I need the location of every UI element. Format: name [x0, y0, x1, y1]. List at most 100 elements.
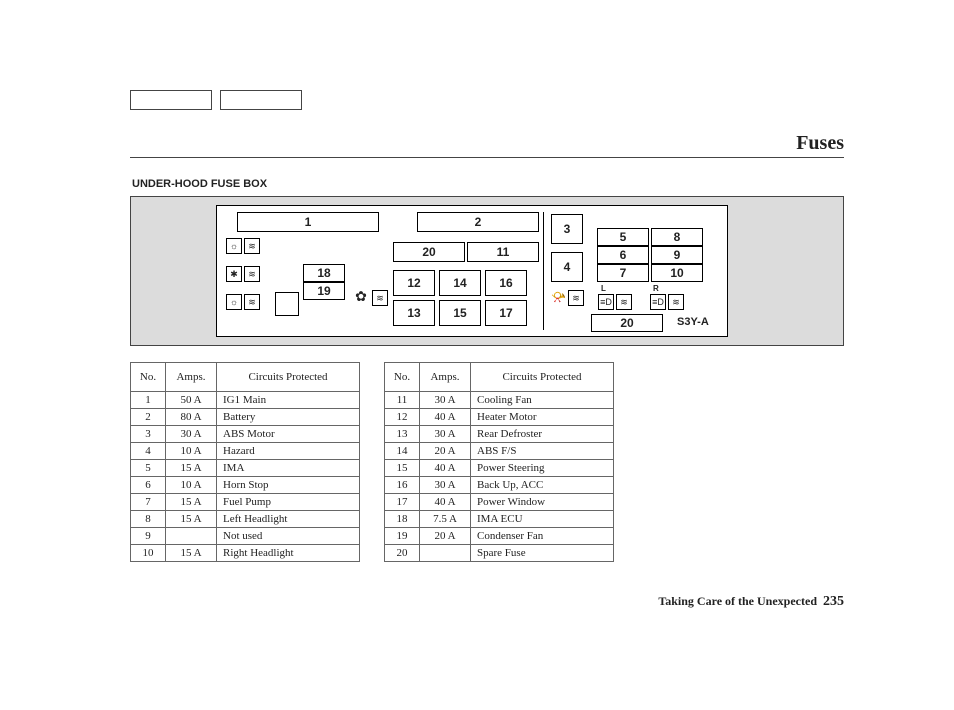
section-name: Taking Care of the Unexpected [658, 594, 817, 608]
table-row: 515 AIMA [131, 460, 360, 477]
table-row: 1420 AABS F/S [385, 443, 614, 460]
cell-circuit: IMA ECU [471, 511, 614, 528]
cell-circuit: Power Steering [471, 460, 614, 477]
slot-18: 18 [303, 264, 345, 282]
cell-no: 8 [131, 511, 166, 528]
cell-no: 12 [385, 409, 420, 426]
cell-no: 15 [385, 460, 420, 477]
cell-no: 6 [131, 477, 166, 494]
header-blank-boxes [130, 90, 844, 110]
slot-17: 17 [485, 300, 527, 326]
col-amps: Amps. [166, 363, 217, 392]
cell-circuit: Right Headlight [217, 545, 360, 562]
relay-icon-row: ☼≋ [225, 236, 261, 255]
table-row: 20Spare Fuse [385, 545, 614, 562]
cell-circuit: Rear Defroster [471, 426, 614, 443]
cell-no: 14 [385, 443, 420, 460]
table-row: 1240 AHeater Motor [385, 409, 614, 426]
horn-icon: 📯 [551, 290, 567, 304]
table-row: 1740 APower Window [385, 494, 614, 511]
slot-7: 7 [597, 264, 649, 282]
headlight-icon: ≡D [598, 294, 614, 310]
slot-19: 19 [303, 282, 345, 300]
table-row: 610 AHorn Stop [131, 477, 360, 494]
cell-circuit: IG1 Main [217, 392, 360, 409]
cell-amps: 30 A [166, 426, 217, 443]
table-row: 815 ALeft Headlight [131, 511, 360, 528]
cell-circuit: Condenser Fan [471, 528, 614, 545]
cell-circuit: Not used [217, 528, 360, 545]
cell-circuit: Power Window [471, 494, 614, 511]
horn-icon-block: 📯≋ [551, 288, 585, 307]
blank-box [130, 90, 212, 110]
fuse-box-diagram: 1 2 ☼≋ ✱≋ ☼≋ 18 19 ✿≋ 20 11 1 [216, 205, 728, 337]
cell-amps: 40 A [420, 460, 471, 477]
slot-12: 12 [393, 270, 435, 296]
cell-amps: 15 A [166, 494, 217, 511]
table-row: 1330 ARear Defroster [385, 426, 614, 443]
cell-circuit: IMA [217, 460, 360, 477]
cell-no: 1 [131, 392, 166, 409]
cell-circuit: ABS Motor [217, 426, 360, 443]
col-no: No. [385, 363, 420, 392]
table-row: 410 AHazard [131, 443, 360, 460]
blank-box [220, 90, 302, 110]
col-circuits: Circuits Protected [217, 363, 360, 392]
wave-icon: ≋ [244, 266, 260, 282]
table-row: 187.5 AIMA ECU [385, 511, 614, 528]
fuse-table-b: No. Amps. Circuits Protected 1130 ACooli… [384, 362, 614, 562]
wave-icon: ≋ [668, 294, 684, 310]
cell-circuit: Hazard [217, 443, 360, 460]
table-row: 1130 ACooling Fan [385, 392, 614, 409]
cell-no: 16 [385, 477, 420, 494]
slot-3: 3 [551, 214, 583, 244]
cell-circuit: Heater Motor [471, 409, 614, 426]
cell-amps: 80 A [166, 409, 217, 426]
fan-icon-block: ✿≋ [351, 286, 389, 307]
l-headlight-icons: ≡D≋ [597, 292, 633, 311]
cell-no: 2 [131, 409, 166, 426]
col-amps: Amps. [420, 363, 471, 392]
cell-no: 3 [131, 426, 166, 443]
wave-icon: ≋ [372, 290, 388, 306]
cell-amps [166, 528, 217, 545]
empty-slot [275, 292, 299, 316]
section-subhead: UNDER-HOOD FUSE BOX [132, 178, 844, 190]
star-icon: ✱ [226, 266, 242, 282]
cell-amps: 15 A [166, 545, 217, 562]
cell-amps: 40 A [420, 494, 471, 511]
page-header: Fuses [130, 132, 844, 158]
empty-top-slot [597, 212, 647, 228]
slot-20-lower: 20 [591, 314, 663, 332]
r-headlight-icons: ≡D≋ [649, 292, 685, 311]
table-row: 330 AABS Motor [131, 426, 360, 443]
cell-no: 17 [385, 494, 420, 511]
slot-15: 15 [439, 300, 481, 326]
wave-icon: ≋ [616, 294, 632, 310]
cell-no: 19 [385, 528, 420, 545]
relay-icon-row: ✱≋ [225, 264, 261, 283]
cell-amps: 30 A [420, 426, 471, 443]
cell-amps: 20 A [420, 443, 471, 460]
cell-circuit: Cooling Fan [471, 392, 614, 409]
sun-icon: ☼ [226, 294, 242, 310]
slot-13: 13 [393, 300, 435, 326]
cell-amps: 15 A [166, 460, 217, 477]
fan-icon: ✿ [352, 287, 370, 305]
table-row: 1920 ACondenser Fan [385, 528, 614, 545]
cell-amps: 50 A [166, 392, 217, 409]
cell-no: 13 [385, 426, 420, 443]
cell-amps [420, 545, 471, 562]
slot-20-upper: 20 [393, 242, 465, 262]
slot-9: 9 [651, 246, 703, 264]
cell-amps: 30 A [420, 477, 471, 494]
slot-11: 11 [467, 242, 539, 262]
col-circuits: Circuits Protected [471, 363, 614, 392]
slot-14: 14 [439, 270, 481, 296]
cell-circuit: Horn Stop [217, 477, 360, 494]
cell-circuit: ABS F/S [471, 443, 614, 460]
cell-no: 20 [385, 545, 420, 562]
cell-amps: 10 A [166, 443, 217, 460]
slot-6: 6 [597, 246, 649, 264]
relay-icon-row: ☼≋ [225, 292, 261, 311]
